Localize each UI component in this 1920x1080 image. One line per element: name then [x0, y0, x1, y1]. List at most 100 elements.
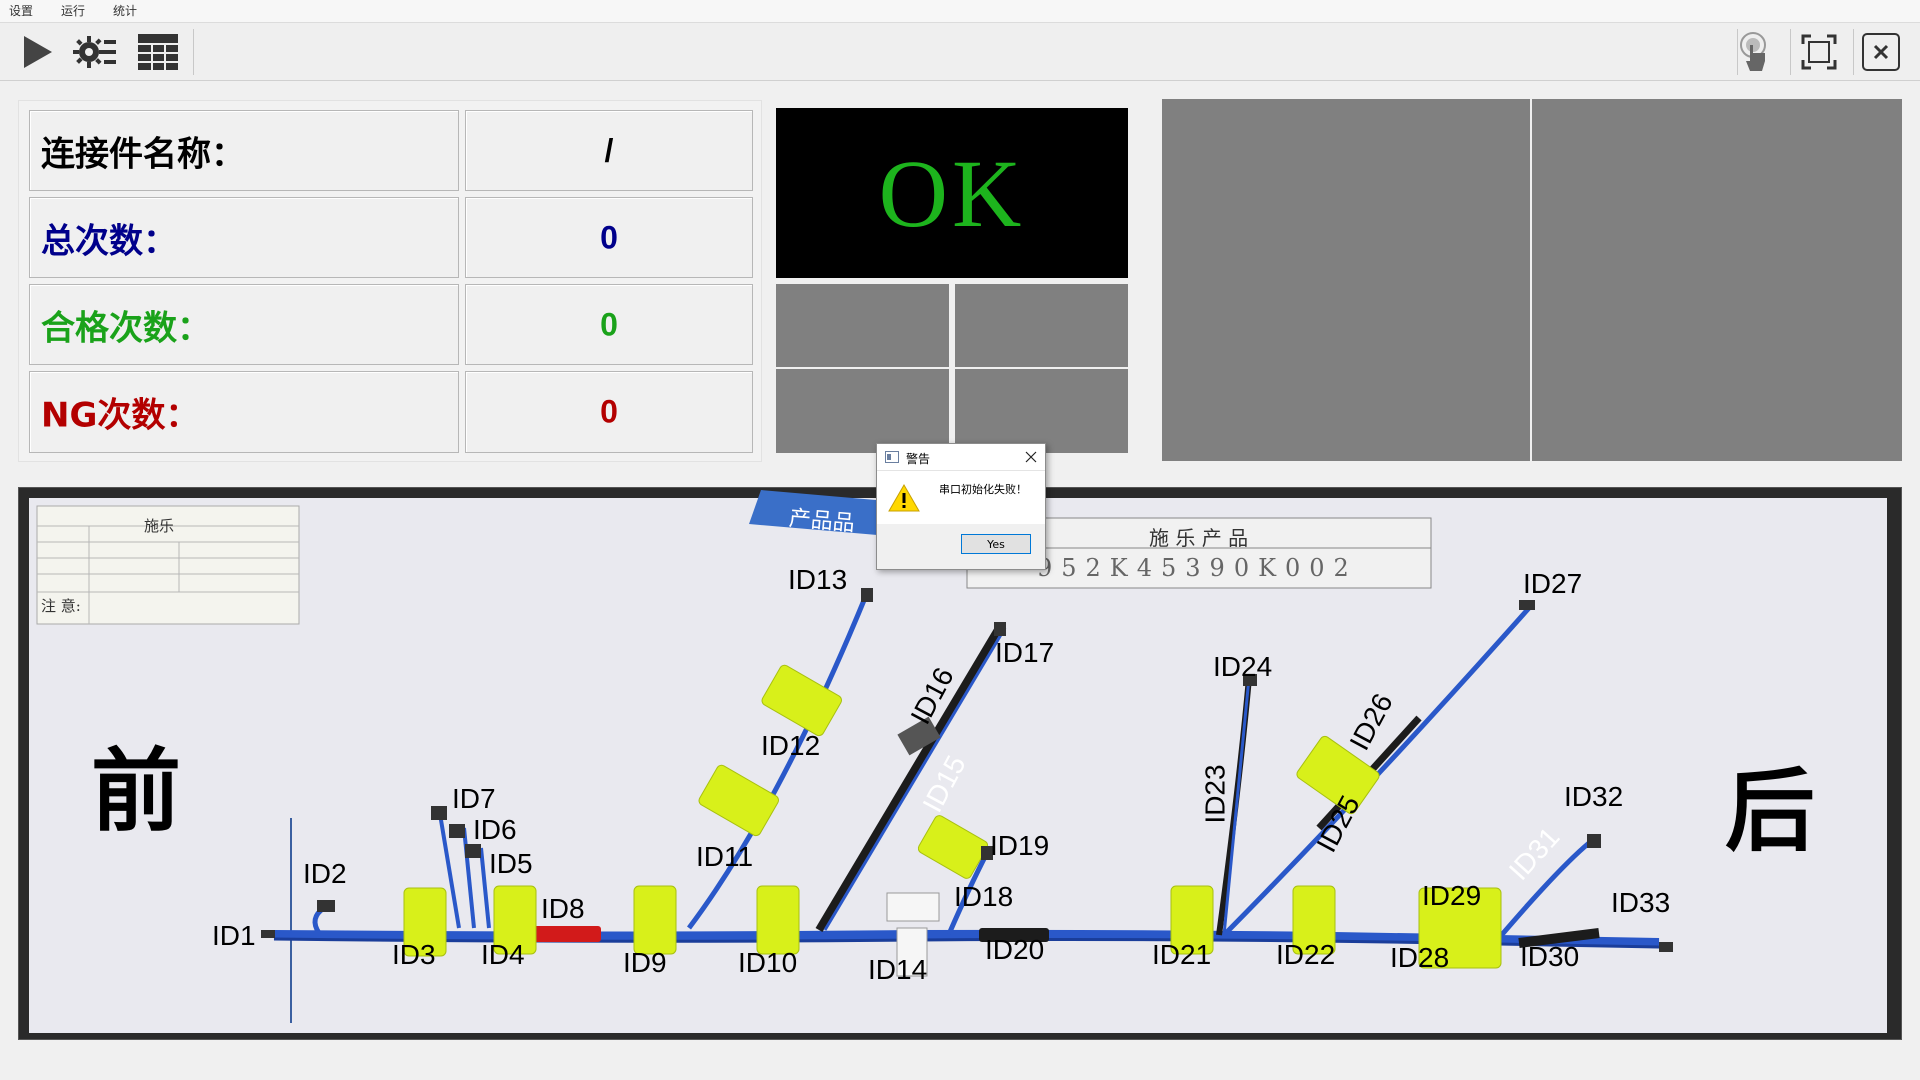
id-label: ID22 — [1276, 939, 1336, 970]
menu-bar: 设置 运行 统计 — [0, 0, 1920, 22]
grid-button[interactable] — [136, 31, 180, 73]
card-title: 施 乐 产 品 — [1149, 526, 1249, 550]
id-label: ID9 — [623, 947, 667, 978]
toolbar-separator — [193, 29, 194, 75]
id-label: ID5 — [489, 848, 533, 879]
fullscreen-button[interactable] — [1797, 31, 1841, 73]
camera-view — [955, 284, 1128, 367]
id-label: ID11 — [696, 841, 754, 872]
id-label: ID30 — [1520, 941, 1580, 972]
id-label: ID6 — [473, 814, 517, 845]
camera-view-large — [1532, 99, 1902, 461]
id-label: ID18 — [954, 881, 1014, 912]
status-text: OK — [878, 139, 1026, 247]
id-label: ID29 — [1422, 880, 1482, 911]
ng-label-cell: NG次数： — [29, 371, 459, 453]
app-icon — [885, 451, 899, 463]
id-label: ID33 — [1611, 887, 1671, 918]
terminal-end — [1519, 600, 1535, 610]
terminal-end — [994, 622, 1006, 636]
ng-label: NG次数： — [41, 395, 200, 436]
dialog-title: 警告 — [906, 452, 931, 466]
id-label: ID10 — [738, 947, 798, 978]
front-label: 前 — [91, 739, 181, 844]
clip-connector — [633, 885, 677, 955]
id-label: ID20 — [985, 934, 1045, 965]
terminal-end — [431, 806, 447, 820]
id-label: ID7 — [452, 783, 496, 814]
play-button[interactable] — [14, 31, 58, 73]
warning-dialog: 警告 串口初始化失败！ Yes — [876, 443, 1046, 570]
sticker-title: 施乐 — [144, 517, 175, 535]
terminal-end — [1659, 942, 1673, 952]
settings-button[interactable] — [72, 31, 116, 73]
pass-value: 0 — [600, 306, 618, 342]
card-code: 952K45390K002 — [1037, 554, 1358, 582]
camera-view — [776, 369, 949, 453]
touch-button[interactable] — [1731, 31, 1775, 73]
close-button[interactable] — [1859, 31, 1903, 73]
total-value: 0 — [600, 219, 618, 255]
id-label: ID21 — [1152, 939, 1212, 970]
pass-label-cell: 合格次数： — [29, 284, 459, 365]
touch-icon — [1740, 32, 1766, 71]
ng-value-cell: 0 — [465, 371, 753, 453]
name-label-cell: 连接件名称： — [29, 110, 459, 191]
id-label: ID19 — [990, 830, 1050, 861]
name-label: 连接件名称： — [41, 134, 245, 174]
id-label: ID12 — [761, 730, 821, 761]
settings-icon — [73, 36, 116, 68]
id-label: ID32 — [1564, 781, 1624, 812]
name-value-cell: / — [465, 110, 753, 191]
close-icon[interactable] — [1025, 451, 1037, 463]
dialog-titlebar: 警告 — [877, 444, 1045, 471]
id-label: ID3 — [392, 939, 436, 970]
dialog-message: 串口初始化失败！ — [939, 483, 1027, 496]
ng-value: 0 — [600, 393, 618, 430]
camera-view-large — [1162, 99, 1530, 461]
total-label-cell: 总次数： — [29, 197, 459, 278]
pass-label: 合格次数： — [41, 308, 211, 348]
pass-value-cell: 0 — [465, 284, 753, 365]
product-tag-text: 产品品 — [787, 506, 856, 537]
id-label: ID28 — [1390, 942, 1450, 973]
stats-panel: 连接件名称： / 总次数： 0 合格次数： 0 NG次数： 0 — [18, 100, 762, 462]
menu-run[interactable]: 运行 — [61, 0, 85, 22]
id-label: ID1 — [212, 920, 256, 951]
id-label: ID14 — [868, 954, 928, 985]
grid-icon — [138, 34, 178, 70]
clip-connector — [756, 885, 800, 955]
id-label: ID13 — [788, 564, 848, 595]
id-label: ID27 — [1523, 568, 1583, 599]
terminal-end — [317, 900, 335, 912]
total-value-cell: 0 — [465, 197, 753, 278]
dialog-body: 串口初始化失败！ — [877, 471, 1045, 524]
total-label: 总次数： — [41, 221, 177, 261]
menu-settings[interactable]: 设置 — [9, 0, 33, 22]
sticker-note: 注 意: — [41, 597, 81, 615]
terminal-end — [449, 824, 465, 838]
id-label: ID2 — [303, 858, 347, 889]
toolbar-separator — [1790, 29, 1791, 75]
warning-icon — [888, 483, 920, 512]
id-label: ID8 — [541, 893, 585, 924]
name-value: / — [604, 132, 614, 168]
camera-view — [955, 369, 1128, 453]
yes-button[interactable]: Yes — [961, 534, 1031, 554]
menu-stats[interactable]: 统计 — [113, 0, 137, 22]
id-label: ID4 — [481, 939, 525, 970]
id-label: ID23 — [1199, 764, 1231, 824]
toolbar-separator — [1853, 29, 1854, 75]
white-connector — [886, 892, 940, 922]
terminal-end — [1587, 834, 1601, 848]
id-label: ID17 — [995, 637, 1055, 668]
fullscreen-icon — [1801, 34, 1837, 70]
play-icon — [24, 36, 52, 68]
close-icon — [1862, 33, 1900, 71]
toolbar — [0, 22, 1920, 81]
terminal-end — [261, 930, 275, 938]
terminal-end — [861, 588, 873, 602]
back-label: 后 — [1725, 759, 1815, 864]
status-display: OK — [776, 108, 1128, 278]
camera-view — [776, 284, 949, 367]
